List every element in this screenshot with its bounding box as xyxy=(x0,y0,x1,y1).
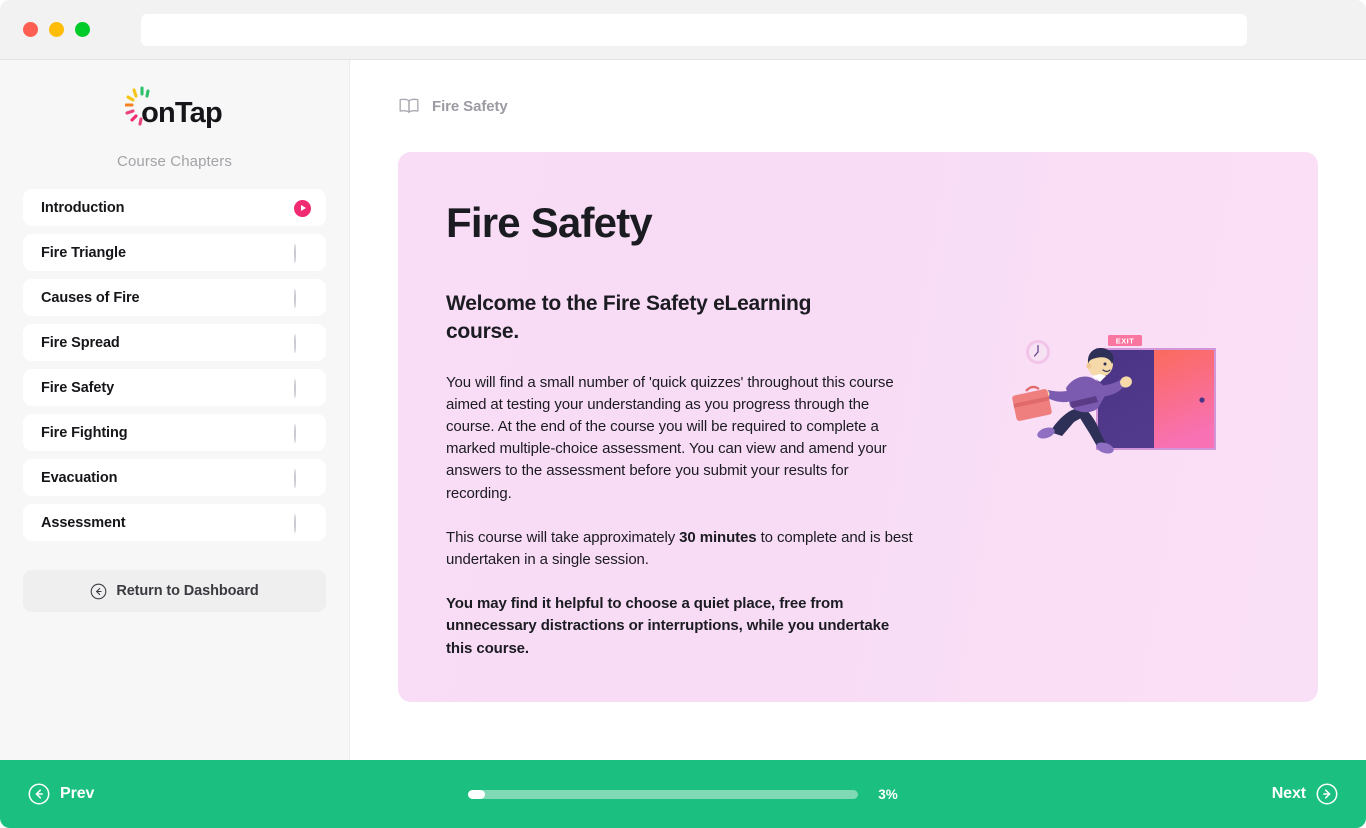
next-label: Next xyxy=(1271,785,1306,802)
play-icon[interactable] xyxy=(294,199,311,217)
progress-bar-fill xyxy=(468,789,485,799)
chapter-label: Fire Fighting xyxy=(41,424,128,441)
chapter-list: Introduction Fire Triangle Causes of Fir… xyxy=(23,189,326,541)
status-circle-icon[interactable] xyxy=(294,333,310,353)
duration-value: 30 minutes xyxy=(679,528,757,546)
running-man-exit-illustration: EXIT xyxy=(1012,335,1216,454)
close-window-button[interactable] xyxy=(23,22,38,37)
sidebar-item-fire-spread[interactable]: Fire Spread xyxy=(23,324,326,361)
breadcrumb-label: Fire Safety xyxy=(432,97,508,115)
hero-paragraph-2: This course will take approximately 30 m… xyxy=(446,527,916,571)
progress-percent-label: 3% xyxy=(878,786,898,802)
prev-label: Prev xyxy=(60,785,95,802)
browser-chrome xyxy=(0,0,1366,60)
status-circle-icon[interactable] xyxy=(294,288,310,308)
hero-paragraph-1: You will find a small number of 'quick q… xyxy=(446,373,894,502)
maximize-window-button[interactable] xyxy=(75,22,90,37)
next-button[interactable]: Next xyxy=(1272,783,1338,805)
progress-bar-track[interactable] xyxy=(468,789,859,799)
sidebar-item-causes-of-fire[interactable]: Causes of Fire xyxy=(23,279,326,316)
open-book-icon xyxy=(399,98,419,113)
hero-paragraph-3: You may find it helpful to choose a quie… xyxy=(446,595,890,657)
status-circle-icon[interactable] xyxy=(294,243,310,263)
app-shell: onTap Course Chapters Introduction Fire … xyxy=(0,60,1366,760)
arrow-left-circle-icon xyxy=(28,783,50,805)
chapter-label: Fire Spread xyxy=(41,334,120,351)
course-progress: 3% xyxy=(94,787,1271,802)
logo-rays-icon xyxy=(125,85,150,126)
chapter-label: Evacuation xyxy=(41,469,118,486)
url-input[interactable] xyxy=(141,13,1247,46)
duration-text-before: This course will take approximately xyxy=(446,528,680,546)
status-circle-icon[interactable] xyxy=(294,378,310,398)
status-circle-icon[interactable] xyxy=(294,468,310,488)
sidebar-item-fire-safety[interactable]: Fire Safety xyxy=(23,369,326,406)
chapter-label: Fire Safety xyxy=(41,379,115,396)
return-to-dashboard-button[interactable]: Return to Dashboard xyxy=(23,570,326,612)
arrow-right-circle-icon xyxy=(1316,783,1338,805)
main-content: Fire Safety Fire Safety Welcome to the F… xyxy=(350,60,1366,760)
status-circle-icon[interactable] xyxy=(294,513,310,533)
sidebar-item-fire-triangle[interactable]: Fire Triangle xyxy=(23,234,326,271)
svg-text:EXIT: EXIT xyxy=(1116,336,1134,345)
hero-subtitle: Welcome to the Fire Safety eLearning cou… xyxy=(446,292,812,343)
sidebar: onTap Course Chapters Introduction Fire … xyxy=(0,60,350,760)
sidebar-item-introduction[interactable]: Introduction xyxy=(23,189,326,226)
chapter-label: Assessment xyxy=(41,514,126,531)
sidebar-item-evacuation[interactable]: Evacuation xyxy=(23,459,326,496)
traffic-lights xyxy=(16,22,90,37)
chapter-label: Causes of Fire xyxy=(41,289,140,306)
chapter-label: Fire Triangle xyxy=(41,244,126,261)
minimize-window-button[interactable] xyxy=(49,22,64,37)
bottom-navigation-bar: Prev 3% Next xyxy=(0,760,1366,828)
logo: onTap xyxy=(23,60,326,136)
lesson-hero-card: Fire Safety Welcome to the Fire Safety e… xyxy=(398,152,1318,702)
sidebar-item-fire-fighting[interactable]: Fire Fighting xyxy=(23,414,326,451)
breadcrumb: Fire Safety xyxy=(398,60,1318,152)
page-title: Fire Safety xyxy=(446,199,653,246)
sidebar-item-assessment[interactable]: Assessment xyxy=(23,504,326,541)
status-circle-icon[interactable] xyxy=(294,423,310,443)
arrow-left-circle-icon xyxy=(91,583,107,599)
course-chapters-label: Course Chapters xyxy=(117,153,232,170)
hero-body: You will find a small number of 'quick q… xyxy=(446,372,916,660)
return-to-dashboard-label: Return to Dashboard xyxy=(116,583,259,599)
prev-button[interactable]: Prev xyxy=(28,783,94,805)
chapter-label: Introduction xyxy=(41,199,125,216)
